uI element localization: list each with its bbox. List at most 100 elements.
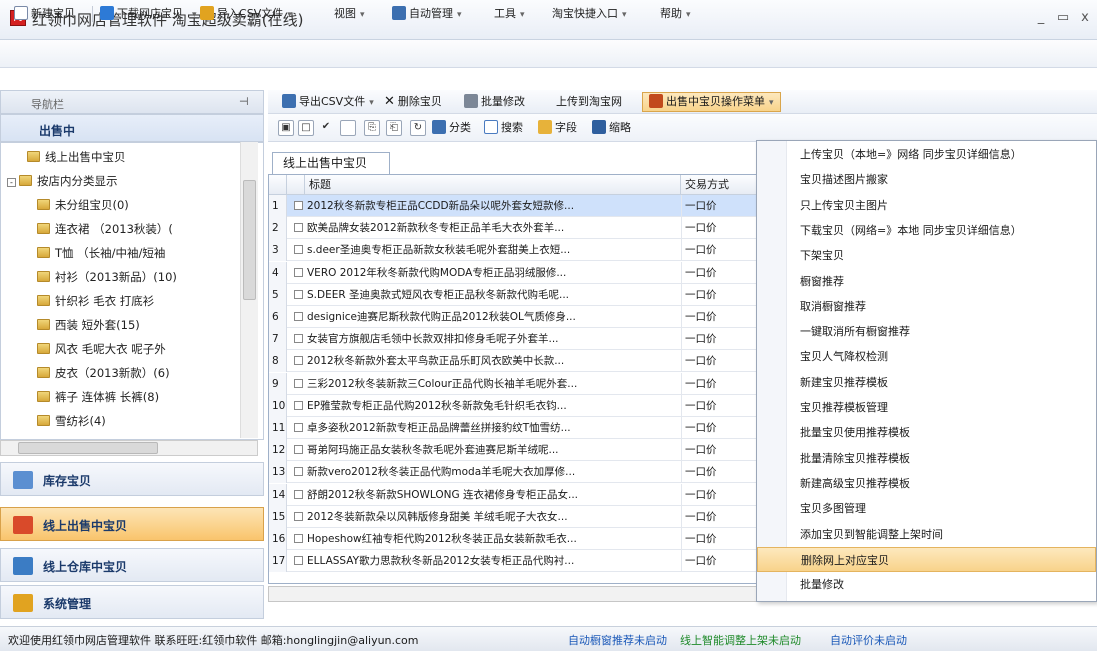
dropdown-item[interactable]: 添加宝贝到智能调整上架时间 [757,522,1096,547]
search-button[interactable]: 搜索 [484,119,523,137]
thumbnail-button[interactable]: 缩略 [592,119,631,137]
table-row[interactable]: 6 designice迪赛尼斯秋款代购正品2012秋装OL气质修身... 一口价 [269,306,757,328]
dropdown-item[interactable]: 宝贝人气降权检测 [757,344,1096,369]
table-row[interactable]: 16 Hopeshow红袖专柜代购2012秋冬装正品女装新款毛衣... 一口价 [269,528,757,550]
download-items-menu[interactable]: 下载网店宝贝 [100,5,183,23]
table-row[interactable]: 7 女装官方旗舰店毛领中长款双排扣修身毛呢子外套羊... 一口价 [269,328,757,351]
dropdown-item[interactable]: 新建宝贝推荐模板 [757,370,1096,395]
dropdown-item[interactable]: 一键取消所有橱窗推荐 [757,319,1096,344]
row-checkbox[interactable] [294,356,303,366]
table-row[interactable]: 17 ELLASSAY歌力思款秋冬新品2012女装专柜正品代购衬... 一口价 [269,550,757,573]
row-checkbox[interactable] [294,289,303,299]
dropdown-item[interactable]: 批量清除宝贝推荐模板 [757,446,1096,471]
table-row[interactable]: 4 VERO 2012年秋冬新款代购MODA专柜正品羽绒服修... 一口价 [269,261,757,284]
sale-operations-menu-button[interactable]: 出售中宝贝操作菜单 ▾ [642,92,781,112]
table-row[interactable]: 11 卓多姿秋2012新款专柜正品品牌蕾丝拼接豹纹T恤雪纺... 一口价 [269,417,757,439]
dropdown-item[interactable]: 批量修改 [757,572,1096,597]
tree-item[interactable]: 风衣 毛呢大衣 呢子外 [37,339,166,359]
row-checkbox[interactable] [294,511,303,521]
copy-icon[interactable]: ⎘ [364,120,380,136]
select-all-icon[interactable]: ▣ [278,120,294,136]
nav-section-3[interactable]: 线上仓库中宝贝 [0,548,264,582]
table-row[interactable]: 2 欧美品牌女装2012新款秋冬专柜正品羊毛大衣外套羊... 一口价 [269,217,757,240]
tab-online-sale-items[interactable]: 线上出售中宝贝 [272,152,390,174]
category-tree[interactable]: 线上出售中宝贝 - 按店内分类显示未分组宝贝(0) 连衣裙 （2013秋装）( T恤 （… [0,142,264,440]
dropdown-item[interactable]: 下载宝贝（网络=》本地 同步宝贝详细信息） [757,218,1096,243]
tree-item[interactable]: 针织衫 毛衣 打底衫 [37,291,154,311]
table-row[interactable]: 9 三彩2012秋冬装新款三Colour正品代购长袖羊毛呢外套... 一口价 [269,372,757,395]
row-checkbox[interactable] [294,223,303,233]
table-row[interactable]: 1 2012秋冬新款专柜正品CCDD新品朵以呢外套女短款修... 一口价 [269,195,757,217]
delete-item-button[interactable]: ✕ 删除宝贝 [384,93,442,111]
row-checkbox[interactable] [294,489,303,499]
tree-scroll-thumb[interactable] [243,180,256,300]
table-row[interactable]: 13 新款vero2012秋冬装正品代购moda羊毛呢大衣加厚修... 一口价 [269,461,757,484]
row-checkbox[interactable] [294,267,303,277]
onsale-section-header[interactable]: 出售中 [0,114,264,142]
tree-item[interactable]: 线上出售中宝贝 [27,147,126,167]
tree-item[interactable]: 未分组宝贝(0) [37,195,129,215]
upload-taobao-button[interactable]: 上传到淘宝网 [556,93,622,111]
collapse-icon[interactable]: - [7,178,16,187]
taobao-entry-menu[interactable]: 淘宝快捷入口 ▾ [552,5,627,23]
table-row[interactable]: 14 舒朗2012秋冬新款SHOWLONG 连衣裙修身专柜正品女... 一口价 [269,483,757,506]
table-row[interactable]: 8 2012秋冬新款外套太平鸟款正品乐町风衣欧美中长款... 一口价 [269,350,757,373]
tree-hscroll-thumb[interactable] [18,442,158,454]
dropdown-item[interactable]: 宝贝推荐模板管理 [757,395,1096,420]
row-checkbox[interactable] [294,378,303,388]
nav-section-2[interactable]: 线上出售中宝贝 [0,507,264,541]
table-row[interactable]: 3 s.deer圣迪奥专柜正品新款女秋装毛呢外套甜美上衣短... 一口价 [269,239,757,262]
row-checkbox[interactable] [294,245,303,255]
dropdown-item[interactable]: 上传宝贝（本地=》网络 同步宝贝详细信息） [757,142,1096,167]
nav-section-1[interactable]: 库存宝贝 [0,462,264,496]
row-checkbox[interactable] [294,400,303,410]
row-checkbox[interactable] [294,467,303,477]
nav-section-4[interactable]: 系统管理 [0,585,264,619]
tree-item[interactable]: 皮衣（2013新款）(6) [37,363,170,383]
row-checkbox[interactable] [294,534,303,543]
row-checkbox[interactable] [294,556,303,566]
header-check[interactable] [287,175,305,195]
dropdown-item[interactable]: 删除网上对应宝贝 [757,546,1096,572]
close-button[interactable]: x [1076,10,1094,25]
auto-manage-menu[interactable]: 自动管理 ▾ [392,5,462,23]
row-checkbox[interactable] [294,445,303,455]
dropdown-item[interactable]: 新建高级宝贝推荐模板 [757,471,1096,496]
export-csv-button[interactable]: 导出CSV文件 ▾ [282,93,374,111]
help-menu[interactable]: 帮助 ▾ [660,5,691,23]
tree-item[interactable]: T恤 （长袖/中袖/短袖 [37,243,165,263]
grid-horizontal-scrollbar[interactable] [268,586,758,602]
batch-edit-button[interactable]: 批量修改 [464,93,525,111]
dropdown-item[interactable]: 宝贝描述图片搬家 [757,167,1096,192]
tree-item[interactable]: 雪纺衫(4) [37,411,106,431]
maximize-button[interactable]: ▭ [1054,10,1072,25]
paste-icon[interactable]: ⎗ [386,120,402,136]
status-auto-review[interactable]: 自动评价未启动 [830,632,907,648]
header-trade-type[interactable]: 交易方式 [681,175,757,195]
dropdown-item[interactable]: 宝贝多图管理 [757,496,1096,521]
view-menu[interactable]: 视图 ▾ [334,5,365,23]
category-button[interactable]: 分类 [432,119,471,137]
fields-button[interactable]: 字段 [538,119,577,137]
row-checkbox[interactable] [294,201,303,210]
minimize-button[interactable]: _ [1032,10,1050,25]
dropdown-item[interactable]: 橱窗推荐 [757,269,1096,294]
row-checkbox[interactable] [294,312,303,321]
check-icon[interactable]: ✔ [318,120,334,136]
table-row[interactable]: 10 EP雅莹款专柜正品代购2012秋冬新款兔毛针织毛衣钧... 一口价 [269,394,757,417]
empty-box-icon[interactable] [340,120,356,136]
new-item-menu[interactable]: 新建宝贝 [14,5,75,23]
tree-item[interactable]: 裤子 连体裤 长裤(8) [37,387,159,407]
status-auto-shelf[interactable]: 线上智能调整上架未启动 [680,632,801,648]
refresh-icon[interactable]: ↻ [410,120,426,136]
row-checkbox[interactable] [294,334,303,344]
table-row[interactable]: 12 哥弟阿玛施正品女装秋冬款毛呢外套迪赛尼斯羊绒呢... 一口价 [269,439,757,462]
pin-icon[interactable]: ⊣ [239,95,249,108]
tree-item[interactable]: 西装 短外套(15) [37,315,140,335]
dropdown-item[interactable]: 下架宝贝 [757,243,1096,268]
status-window-recommend[interactable]: 自动橱窗推荐未启动 [568,632,667,648]
tree-item[interactable]: - 按店内分类显示 [7,171,118,191]
row-checkbox[interactable] [294,423,303,432]
tree-item[interactable]: 连衣裙 （2013秋装）( [37,219,173,239]
dropdown-item[interactable]: 批量宝贝使用推荐模板 [757,420,1096,445]
